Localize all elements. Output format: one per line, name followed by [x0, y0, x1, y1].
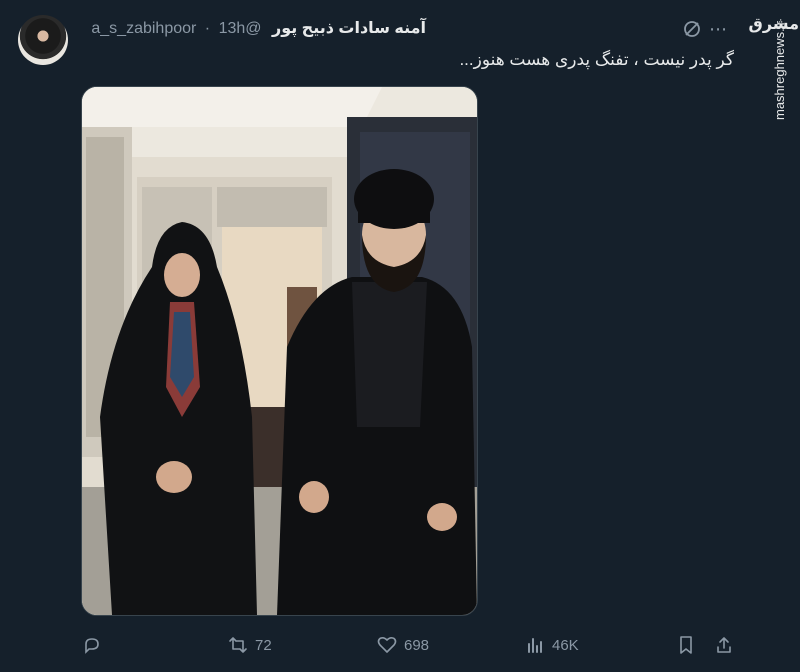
- grok-icon[interactable]: [682, 19, 702, 39]
- display-name[interactable]: آمنه سادات ذبیح پور: [272, 20, 426, 37]
- tweet-header: آمنه سادات ذبیح پور @a_s_zabihpoor · 13h: [82, 18, 426, 40]
- share-icon: [717, 637, 731, 653]
- reply-icon: [85, 638, 99, 654]
- bookmark-icon: [680, 636, 692, 654]
- heart-icon: [377, 636, 397, 653]
- views-button[interactable]: 46K: [525, 628, 579, 662]
- tweet-card: آمنه سادات ذبیح پور @a_s_zabihpoor · 13h…: [0, 0, 760, 672]
- tweet-text: گر پدر نیست ، تفنگ پدری هست هنوز...: [459, 50, 734, 69]
- reply-button[interactable]: [82, 628, 109, 662]
- action-bar: 72 698 46K: [0, 628, 760, 662]
- tweet-time[interactable]: 13h: [219, 20, 246, 37]
- share-button[interactable]: [714, 628, 734, 662]
- watermark-url-container: mashreghnews.ir: [766, 21, 796, 240]
- retweet-icon: [229, 637, 247, 653]
- like-button[interactable]: 698: [377, 628, 429, 662]
- like-count: 698: [404, 636, 430, 654]
- retweet-count: 72: [255, 636, 272, 654]
- views-chart-icon: [528, 638, 542, 653]
- tweet-photo[interactable]: [81, 86, 478, 616]
- separator-dot: ·: [204, 20, 211, 37]
- retweet-button[interactable]: 72: [228, 628, 272, 662]
- views-count: 46K: [552, 636, 579, 654]
- avatar[interactable]: [18, 15, 68, 65]
- bookmark-button[interactable]: [676, 628, 696, 662]
- watermark-url: mashreghnews.ir: [772, 21, 787, 120]
- more-options-icon[interactable]: ⋯: [709, 19, 731, 39]
